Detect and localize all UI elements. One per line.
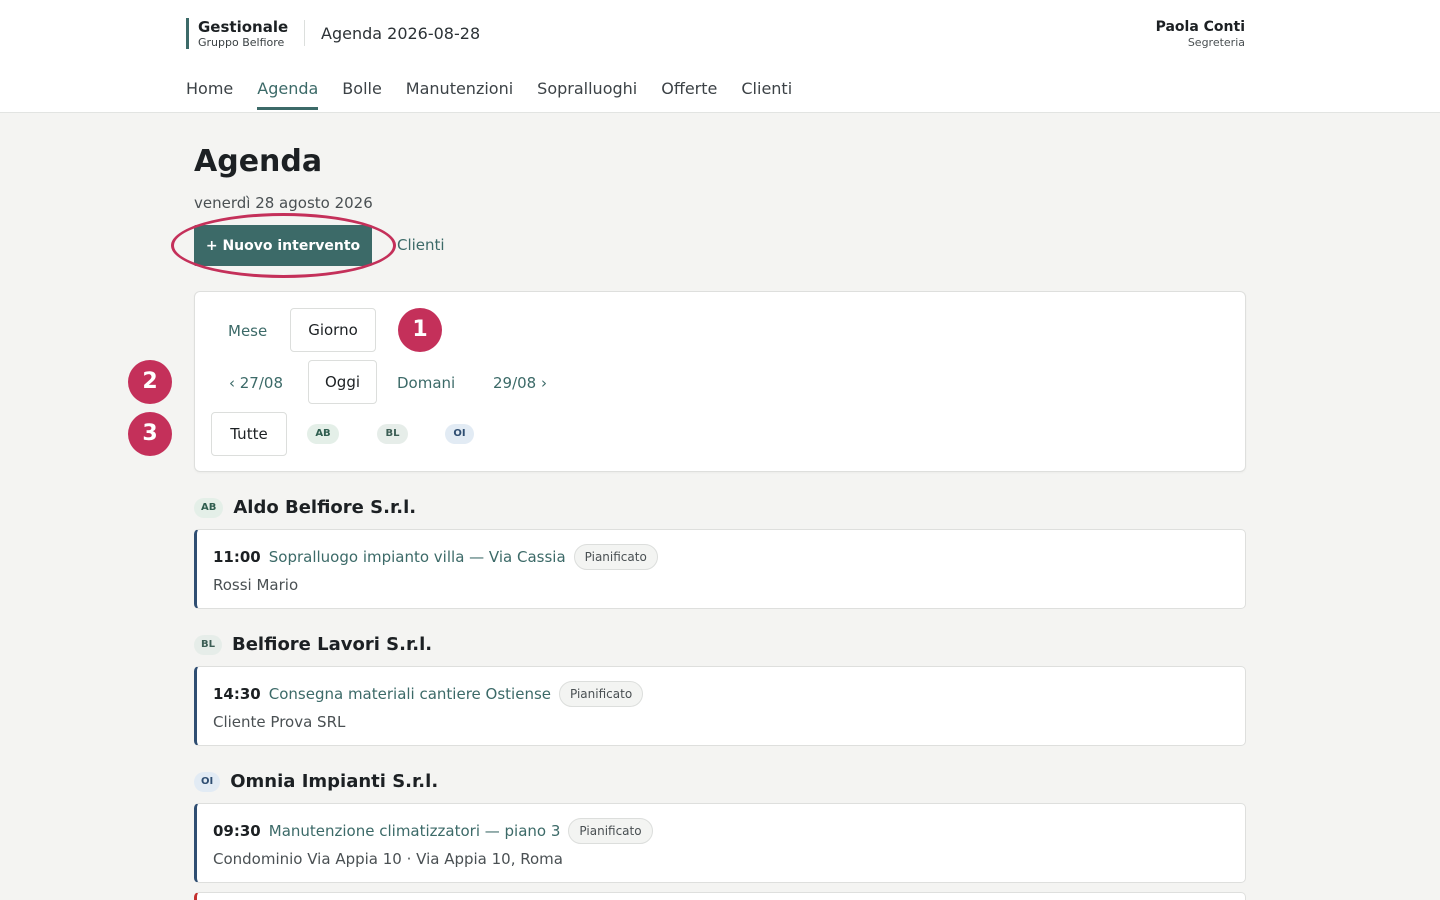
event-title-link[interactable]: Manutenzione climatizzatori — piano 3 bbox=[269, 822, 561, 840]
event-card[interactable]: 11:00 Sopralluogo impianto villa — Via C… bbox=[194, 529, 1246, 609]
annotation-badge-1: 1 bbox=[398, 308, 442, 352]
group-tag: AB bbox=[194, 497, 224, 518]
nav-manutenzioni[interactable]: Manutenzioni bbox=[406, 79, 513, 110]
group-name: Belfiore Lavori S.r.l. bbox=[232, 634, 433, 655]
header-title: Agenda 2026-08-28 bbox=[321, 24, 481, 43]
filter-all-button[interactable]: Tutte bbox=[211, 412, 287, 456]
group-tag: BL bbox=[194, 634, 222, 655]
today-button[interactable]: Oggi bbox=[308, 360, 377, 404]
event-time: 14:30 bbox=[213, 685, 261, 703]
header-divider bbox=[304, 20, 305, 46]
event-title-link[interactable]: Consegna materiali cantiere Ostiense bbox=[269, 685, 551, 703]
next-day-button[interactable]: 29/08 › bbox=[493, 373, 547, 393]
event-card-partial[interactable] bbox=[194, 892, 1246, 900]
nav-offerte[interactable]: Offerte bbox=[661, 79, 717, 110]
group-header-oi: OI Omnia Impianti S.r.l. bbox=[194, 771, 438, 792]
page-date: venerdì 28 agosto 2026 bbox=[194, 194, 373, 212]
event-row: 11:00 Sopralluogo impianto villa — Via C… bbox=[213, 544, 658, 570]
event-card[interactable]: 14:30 Consegna materiali cantiere Ostien… bbox=[194, 666, 1246, 746]
app-header: Gestionale Gruppo Belfiore Agenda 2026-0… bbox=[0, 0, 1440, 113]
prev-day-button[interactable]: ‹ 27/08 bbox=[229, 373, 283, 393]
brand-logo[interactable]: Gestionale Gruppo Belfiore bbox=[186, 18, 288, 49]
tomorrow-button[interactable]: Domani bbox=[397, 373, 455, 393]
event-time: 09:30 bbox=[213, 822, 261, 840]
group-header-ab: AB Aldo Belfiore S.r.l. bbox=[194, 497, 416, 518]
event-title-link[interactable]: Sopralluogo impianto villa — Via Cassia bbox=[269, 548, 566, 566]
group-tag: OI bbox=[194, 771, 221, 792]
event-row: 14:30 Consegna materiali cantiere Ostien… bbox=[213, 681, 644, 707]
nav-bolle[interactable]: Bolle bbox=[342, 79, 382, 110]
filter-tag-oi[interactable]: OI bbox=[445, 424, 474, 444]
clients-link[interactable]: Clienti bbox=[397, 236, 445, 254]
nav-clienti[interactable]: Clienti bbox=[741, 79, 792, 110]
event-client: Rossi Mario bbox=[213, 576, 299, 594]
event-client: Cliente Prova SRL bbox=[213, 713, 346, 731]
nav-agenda[interactable]: Agenda bbox=[257, 79, 319, 110]
view-day-button[interactable]: Giorno bbox=[290, 308, 376, 352]
user-menu[interactable]: Paola Conti Segreteria bbox=[1156, 19, 1245, 49]
event-time: 11:00 bbox=[213, 548, 261, 566]
event-row: 09:30 Manutenzione climatizzatori — pian… bbox=[213, 818, 653, 844]
nav-home[interactable]: Home bbox=[186, 79, 233, 110]
status-badge: Pianificato bbox=[568, 818, 653, 844]
filter-tag-bl[interactable]: BL bbox=[377, 424, 408, 444]
filter-tag-ab[interactable]: AB bbox=[307, 424, 339, 444]
new-intervention-button[interactable]: + Nuovo intervento bbox=[194, 225, 372, 266]
view-month-button[interactable]: Mese bbox=[228, 321, 267, 341]
annotation-badge-3: 3 bbox=[128, 412, 172, 456]
nav-sopralluoghi[interactable]: Sopralluoghi bbox=[537, 79, 637, 110]
group-name: Aldo Belfiore S.r.l. bbox=[233, 497, 417, 518]
group-name: Omnia Impianti S.r.l. bbox=[230, 771, 439, 792]
event-client: Condominio Via Appia 10 · Via Appia 10, … bbox=[213, 850, 563, 868]
brand-subtitle: Gruppo Belfiore bbox=[198, 36, 285, 49]
filter-panel: Mese Giorno ‹ 27/08 Oggi Domani 29/08 › … bbox=[194, 291, 1246, 472]
brand-name: Gestionale bbox=[198, 18, 289, 36]
user-name: Paola Conti bbox=[1155, 19, 1245, 35]
user-role: Segreteria bbox=[1187, 36, 1245, 49]
annotation-badge-2: 2 bbox=[128, 360, 172, 404]
status-badge: Pianificato bbox=[573, 544, 658, 570]
main-nav: Home Agenda Bolle Manutenzioni Sopralluo… bbox=[186, 79, 816, 110]
page-title: Agenda bbox=[194, 144, 323, 179]
group-header-bl: BL Belfiore Lavori S.r.l. bbox=[194, 634, 432, 655]
status-badge: Pianificato bbox=[559, 681, 644, 707]
event-card[interactable]: 09:30 Manutenzione climatizzatori — pian… bbox=[194, 803, 1246, 883]
